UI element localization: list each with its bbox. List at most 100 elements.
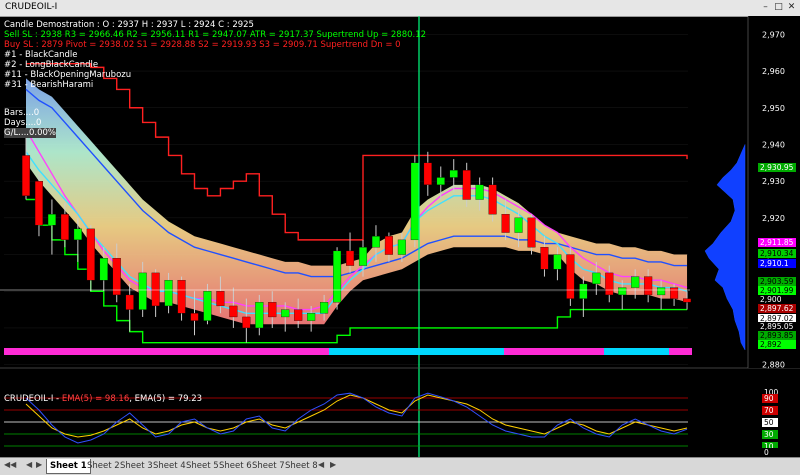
candle-down[interactable] xyxy=(216,291,225,307)
candle-up[interactable] xyxy=(371,236,381,248)
candle-down[interactable] xyxy=(229,305,238,318)
candle-down[interactable] xyxy=(540,247,549,270)
price-tick-label: 2,960 xyxy=(762,67,785,76)
header-buy-levels: Buy SL : 2879 Pivot = 2938.02 S1 = 2928.… xyxy=(4,40,401,50)
candle-up[interactable] xyxy=(333,250,342,303)
candle-up[interactable] xyxy=(47,214,56,226)
pattern-list: #1 - BlackCandle #2 - LongBlackCandle #11 … xyxy=(4,50,131,90)
candle-up[interactable] xyxy=(410,162,419,241)
candle-up[interactable] xyxy=(449,169,458,178)
price-marker-label: 2,892 xyxy=(760,340,782,349)
candle-down[interactable] xyxy=(566,254,575,299)
candle-up[interactable] xyxy=(73,228,82,241)
candle-down[interactable] xyxy=(86,228,95,281)
indicator-ema2: EMA(5) = 79.23 xyxy=(134,394,203,404)
candle-up[interactable] xyxy=(307,313,316,321)
ema-ribbon-cloud xyxy=(26,78,688,325)
candle-down[interactable] xyxy=(268,302,277,318)
price-axis[interactable]: 2,9702,9602,9502,9402,9302,9202,9102,900… xyxy=(747,16,800,370)
candle-up[interactable] xyxy=(618,287,627,296)
candle-up[interactable] xyxy=(553,254,562,270)
price-marker-label: 2,903.59 xyxy=(760,277,794,286)
window-title-bar: CRUDEOIL-I – □ ✕ xyxy=(0,0,800,17)
candle-up[interactable] xyxy=(99,258,108,281)
candle-down[interactable] xyxy=(527,217,536,248)
candle-down[interactable] xyxy=(60,214,69,241)
candle-up[interactable] xyxy=(164,280,173,307)
osc-level-label: 0 xyxy=(764,448,769,457)
candle-up[interactable] xyxy=(579,283,588,299)
candle-down[interactable] xyxy=(177,280,186,314)
candle-up[interactable] xyxy=(203,291,212,321)
candle-up[interactable] xyxy=(475,184,484,200)
pattern-item: #11 - BlackOpeningMarubozu xyxy=(4,70,132,80)
candle-up[interactable] xyxy=(657,287,666,296)
oscillator-axis: 10090705030100 xyxy=(762,388,779,457)
stat-gl: G/L....0.00% xyxy=(4,128,57,138)
oscillator-panel xyxy=(0,367,800,447)
scroll-left-icon[interactable]: ◀ xyxy=(318,460,324,469)
stat-label: Bars.... xyxy=(4,108,34,118)
candle-down[interactable] xyxy=(683,298,692,303)
price-marker-label: 2,910.34 xyxy=(760,249,794,258)
candle-up[interactable] xyxy=(436,177,445,185)
trend-segment xyxy=(504,348,604,355)
candle-down[interactable] xyxy=(384,236,393,255)
candle-up[interactable] xyxy=(397,239,406,255)
pattern-item: #1 - BlackCandle xyxy=(4,50,78,60)
scroll-right-icon[interactable]: ▶ xyxy=(330,460,336,469)
price-tick-label: 2,920 xyxy=(762,214,785,223)
price-marker-label: 2,897.62 xyxy=(760,304,794,313)
candle-down[interactable] xyxy=(345,250,355,266)
osc-level-label: 50 xyxy=(764,418,774,427)
price-marker-label: 2,901.99 xyxy=(760,286,794,295)
trend-segment xyxy=(604,348,669,355)
candle-up[interactable] xyxy=(514,217,523,233)
stats-box: Bars....0 Days....0 G/L....0.00% xyxy=(4,108,57,138)
first-sheet-icon[interactable]: ◀◀ xyxy=(4,460,16,469)
candle-down[interactable] xyxy=(644,276,653,296)
candle-down[interactable] xyxy=(423,162,432,185)
candle-down[interactable] xyxy=(462,169,471,200)
candle-down[interactable] xyxy=(190,313,199,321)
candle-down[interactable] xyxy=(605,272,614,296)
price-tick-label: 2,880 xyxy=(762,361,785,370)
candle-down[interactable] xyxy=(21,155,31,196)
candle-down[interactable] xyxy=(125,294,134,310)
next-sheet-icon[interactable]: ▶ xyxy=(36,460,42,469)
osc-level-label: 70 xyxy=(764,406,774,415)
minimize-icon[interactable]: – xyxy=(760,2,771,13)
candle-down[interactable] xyxy=(501,214,510,233)
candle-down[interactable] xyxy=(34,181,44,226)
trend-segment xyxy=(669,348,692,355)
price-tick-label: 2,930 xyxy=(762,177,785,186)
header-ohlc: Candle Demostration : O : 2937 H : 2937 … xyxy=(4,20,254,30)
stat-days: Days....0 xyxy=(4,118,56,128)
trend-segment xyxy=(329,348,504,355)
candle-down[interactable] xyxy=(242,316,251,329)
candle-up[interactable] xyxy=(255,302,264,329)
candle-up[interactable] xyxy=(281,309,290,318)
candle-up[interactable] xyxy=(320,302,329,314)
indicator-name: CRUDEOIL-I xyxy=(4,394,54,404)
price-marker-label: 2,910.1 xyxy=(760,259,789,268)
pattern-item: #31 - BearishHarami xyxy=(4,80,94,90)
candle-down[interactable] xyxy=(294,309,303,321)
candle-down[interactable] xyxy=(670,287,679,299)
candle-down[interactable] xyxy=(151,272,160,307)
maximize-icon[interactable]: □ xyxy=(773,2,784,13)
candle-up[interactable] xyxy=(631,276,640,288)
stat-value: 0 xyxy=(33,108,40,118)
candle-up[interactable] xyxy=(592,272,601,285)
price-marker-label: 2,900 xyxy=(760,295,782,304)
indicator-title: CRUDEOIL-I - EMA(5) = 98.16, EMA(5) = 79… xyxy=(4,394,203,404)
candle-up[interactable] xyxy=(138,272,147,310)
stat-label: Days.... xyxy=(4,118,37,128)
close-icon[interactable]: ✕ xyxy=(786,2,797,13)
sheet-tab-8[interactable]: Sheet 8 xyxy=(282,459,321,473)
price-tick-label: 2,970 xyxy=(762,30,785,39)
candle-up[interactable] xyxy=(358,247,368,266)
candle-down[interactable] xyxy=(488,184,497,215)
prev-sheet-icon[interactable]: ◀ xyxy=(26,460,32,469)
candle-down[interactable] xyxy=(112,258,121,296)
